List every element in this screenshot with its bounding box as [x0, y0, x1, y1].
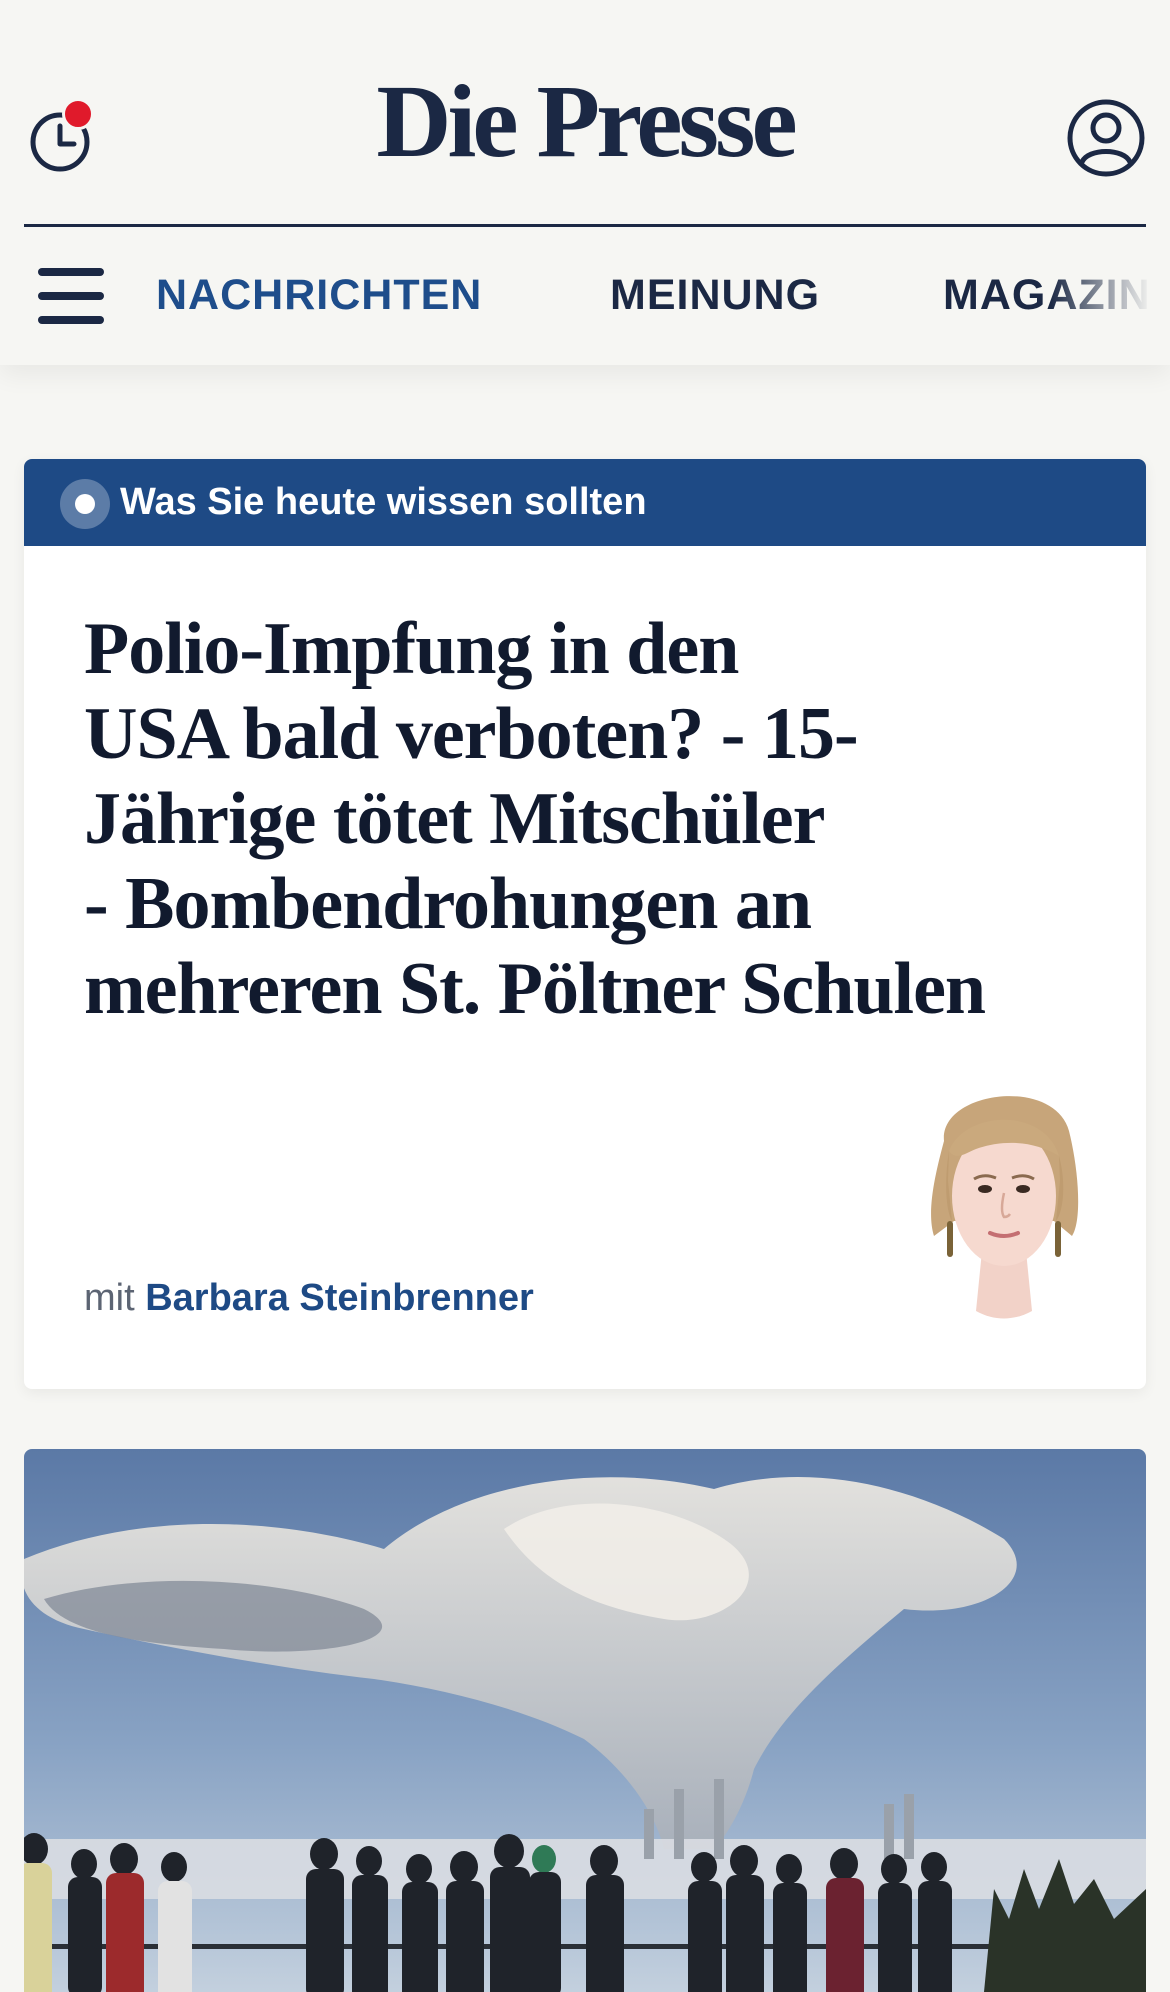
author-byline: mit Barbara Steinbrenner: [84, 1279, 534, 1317]
author-name[interactable]: Barbara Steinbrenner: [145, 1277, 534, 1319]
header-divider: [24, 224, 1146, 227]
headline-line: Jährige tötet Mitschüler: [84, 778, 825, 860]
author-prefix: mit: [84, 1277, 135, 1319]
power-plant-smoke-photo: [24, 1449, 1146, 1992]
author-portrait-illustration: [931, 1096, 1079, 1319]
header-top-row: Die Presse: [0, 0, 1170, 226]
nav-item-meinung[interactable]: MEINUNG: [610, 274, 820, 317]
user-account-icon: [1067, 99, 1145, 177]
hamburger-menu-icon[interactable]: [38, 268, 106, 324]
site-logo[interactable]: Die Presse: [0, 70, 1170, 174]
headline-line: Polio-Impfung in den: [84, 608, 739, 690]
daily-briefing-card[interactable]: Was Sie heute wissen sollten Polio-Impfu…: [24, 459, 1146, 1389]
site-header: Die Presse NACHRICHTEN MEINUNG MAGAZIN: [0, 0, 1170, 365]
briefing-banner-label: Was Sie heute wissen sollten: [120, 481, 647, 523]
briefing-banner: Was Sie heute wissen sollten: [24, 459, 1146, 546]
nav-item-nachrichten[interactable]: NACHRICHTEN: [156, 274, 482, 317]
headline-line: mehreren St. Pöltner Schulen: [84, 948, 986, 1030]
live-indicator-icon: [60, 479, 110, 529]
briefing-headline[interactable]: Polio-Impfung in den USA bald verboten? …: [84, 607, 1084, 1032]
headline-line: USA bald verboten? - 15-: [84, 693, 859, 775]
lead-article-image[interactable]: [24, 1449, 1146, 1992]
section-nav: NACHRICHTEN MEINUNG MAGAZIN: [0, 228, 1170, 365]
nav-scroll-fade: [1050, 228, 1170, 365]
account-button[interactable]: [1066, 98, 1146, 178]
headline-line: - Bombendrohungen an: [84, 863, 812, 945]
